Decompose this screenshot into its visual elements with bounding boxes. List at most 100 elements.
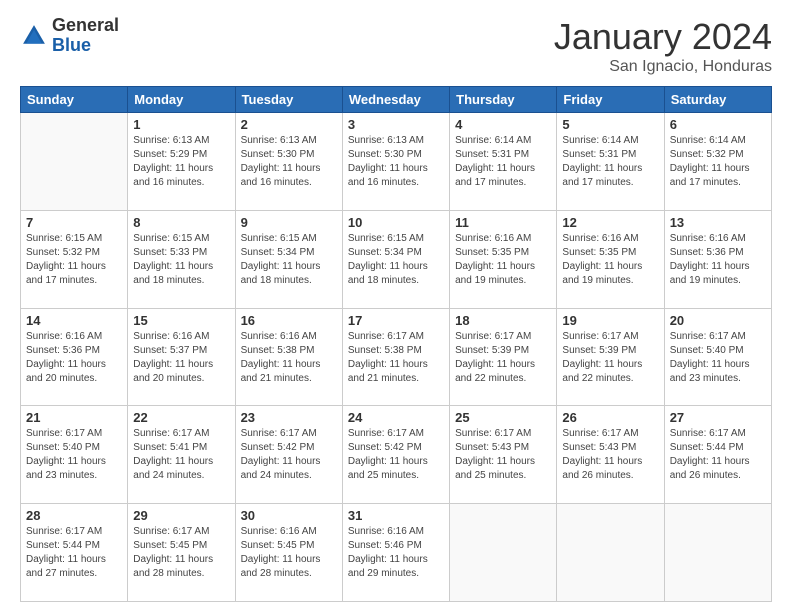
weekday-header-tuesday: Tuesday (235, 87, 342, 113)
weekday-header-monday: Monday (128, 87, 235, 113)
day-info: Sunrise: 6:15 AM Sunset: 5:34 PM Dayligh… (348, 232, 444, 288)
calendar-cell: 15Sunrise: 6:16 AM Sunset: 5:37 PM Dayli… (128, 308, 235, 406)
day-info: Sunrise: 6:14 AM Sunset: 5:31 PM Dayligh… (455, 134, 551, 190)
calendar-cell: 11Sunrise: 6:16 AM Sunset: 5:35 PM Dayli… (450, 210, 557, 308)
calendar-cell: 29Sunrise: 6:17 AM Sunset: 5:45 PM Dayli… (128, 504, 235, 602)
day-info: Sunrise: 6:14 AM Sunset: 5:31 PM Dayligh… (562, 134, 658, 190)
logo-icon (20, 22, 48, 50)
weekday-header-friday: Friday (557, 87, 664, 113)
location-title: San Ignacio, Honduras (554, 58, 772, 76)
weekday-header-thursday: Thursday (450, 87, 557, 113)
calendar-cell (664, 504, 771, 602)
calendar-cell: 22Sunrise: 6:17 AM Sunset: 5:41 PM Dayli… (128, 406, 235, 504)
day-info: Sunrise: 6:15 AM Sunset: 5:34 PM Dayligh… (241, 232, 337, 288)
calendar-cell: 20 Sunrise: 6:17 AM Sunset: 5:40 PM Dayli… (664, 308, 771, 406)
day-number: 14 (26, 313, 122, 328)
calendar-cell: 4 Sunrise: 6:14 AM Sunset: 5:31 PM Daylig… (450, 113, 557, 211)
day-info: Sunrise: 6:16 AM Sunset: 5:46 PM Dayligh… (348, 525, 444, 581)
day-number: 7 (26, 215, 122, 230)
calendar-cell: 16 Sunrise: 6:16 AM Sunset: 5:38 PM Dayli… (235, 308, 342, 406)
day-number: 10 (348, 215, 444, 230)
calendar-cell: 9 Sunrise: 6:15 AM Sunset: 5:34 PM Daylig… (235, 210, 342, 308)
calendar-cell: 8Sunrise: 6:15 AM Sunset: 5:33 PM Daylig… (128, 210, 235, 308)
day-number: 18 (455, 313, 551, 328)
day-info: Sunrise: 6:17 AM Sunset: 5:45 PM Dayligh… (133, 525, 229, 581)
week-row-0: 1 Sunrise: 6:13 AM Sunset: 5:29 PM Daylig… (21, 113, 772, 211)
title-section: January 2024 San Ignacio, Honduras (554, 16, 772, 76)
calendar-cell: 26 Sunrise: 6:17 AM Sunset: 5:43 PM Dayli… (557, 406, 664, 504)
day-number: 17 (348, 313, 444, 328)
day-number: 16 (241, 313, 337, 328)
calendar-cell: 25 Sunrise: 6:17 AM Sunset: 5:43 PM Dayli… (450, 406, 557, 504)
day-info: Sunrise: 6:16 AM Sunset: 5:36 PM Dayligh… (26, 330, 122, 386)
day-number: 19 (562, 313, 658, 328)
logo-blue: Blue (52, 36, 119, 56)
day-number: 2 (241, 117, 337, 132)
calendar-cell: 5 Sunrise: 6:14 AM Sunset: 5:31 PM Daylig… (557, 113, 664, 211)
logo-text: General Blue (52, 16, 119, 56)
day-info: Sunrise: 6:13 AM Sunset: 5:30 PM Dayligh… (348, 134, 444, 190)
day-info: Sunrise: 6:17 AM Sunset: 5:43 PM Dayligh… (562, 427, 658, 483)
day-number: 31 (348, 508, 444, 523)
day-number: 3 (348, 117, 444, 132)
day-number: 23 (241, 410, 337, 425)
calendar-cell: 3 Sunrise: 6:13 AM Sunset: 5:30 PM Daylig… (342, 113, 449, 211)
week-row-2: 14 Sunrise: 6:16 AM Sunset: 5:36 PM Dayli… (21, 308, 772, 406)
calendar-cell: 13 Sunrise: 6:16 AM Sunset: 5:36 PM Dayli… (664, 210, 771, 308)
day-info: Sunrise: 6:17 AM Sunset: 5:44 PM Dayligh… (670, 427, 766, 483)
day-info: Sunrise: 6:13 AM Sunset: 5:29 PM Dayligh… (133, 134, 229, 190)
day-number: 28 (26, 508, 122, 523)
day-number: 13 (670, 215, 766, 230)
calendar-cell (557, 504, 664, 602)
day-info: Sunrise: 6:15 AM Sunset: 5:32 PM Dayligh… (26, 232, 122, 288)
day-info: Sunrise: 6:16 AM Sunset: 5:35 PM Dayligh… (562, 232, 658, 288)
day-number: 26 (562, 410, 658, 425)
calendar-cell: 23Sunrise: 6:17 AM Sunset: 5:42 PM Dayli… (235, 406, 342, 504)
day-number: 25 (455, 410, 551, 425)
calendar-cell: 31 Sunrise: 6:16 AM Sunset: 5:46 PM Dayli… (342, 504, 449, 602)
day-number: 1 (133, 117, 229, 132)
day-info: Sunrise: 6:16 AM Sunset: 5:37 PM Dayligh… (133, 330, 229, 386)
calendar-cell: 27Sunrise: 6:17 AM Sunset: 5:44 PM Dayli… (664, 406, 771, 504)
calendar-cell: 10 Sunrise: 6:15 AM Sunset: 5:34 PM Dayli… (342, 210, 449, 308)
calendar-cell: 14 Sunrise: 6:16 AM Sunset: 5:36 PM Dayli… (21, 308, 128, 406)
calendar-cell: 17 Sunrise: 6:17 AM Sunset: 5:38 PM Dayli… (342, 308, 449, 406)
day-number: 4 (455, 117, 551, 132)
day-number: 20 (670, 313, 766, 328)
day-number: 21 (26, 410, 122, 425)
day-info: Sunrise: 6:17 AM Sunset: 5:39 PM Dayligh… (562, 330, 658, 386)
day-info: Sunrise: 6:17 AM Sunset: 5:40 PM Dayligh… (670, 330, 766, 386)
calendar-cell: 24Sunrise: 6:17 AM Sunset: 5:42 PM Dayli… (342, 406, 449, 504)
month-title: January 2024 (554, 16, 772, 58)
day-info: Sunrise: 6:17 AM Sunset: 5:39 PM Dayligh… (455, 330, 551, 386)
header: General Blue January 2024 San Ignacio, H… (20, 16, 772, 76)
logo-general: General (52, 16, 119, 36)
day-info: Sunrise: 6:16 AM Sunset: 5:36 PM Dayligh… (670, 232, 766, 288)
day-number: 24 (348, 410, 444, 425)
day-info: Sunrise: 6:15 AM Sunset: 5:33 PM Dayligh… (133, 232, 229, 288)
day-number: 30 (241, 508, 337, 523)
day-info: Sunrise: 6:17 AM Sunset: 5:38 PM Dayligh… (348, 330, 444, 386)
weekday-header-wednesday: Wednesday (342, 87, 449, 113)
day-info: Sunrise: 6:14 AM Sunset: 5:32 PM Dayligh… (670, 134, 766, 190)
day-number: 11 (455, 215, 551, 230)
logo: General Blue (20, 16, 119, 56)
calendar-cell: 7 Sunrise: 6:15 AM Sunset: 5:32 PM Daylig… (21, 210, 128, 308)
calendar-cell: 6 Sunrise: 6:14 AM Sunset: 5:32 PM Daylig… (664, 113, 771, 211)
week-row-3: 21Sunrise: 6:17 AM Sunset: 5:40 PM Dayli… (21, 406, 772, 504)
day-info: Sunrise: 6:17 AM Sunset: 5:41 PM Dayligh… (133, 427, 229, 483)
page: General Blue January 2024 San Ignacio, H… (0, 0, 792, 612)
calendar-cell: 2Sunrise: 6:13 AM Sunset: 5:30 PM Daylig… (235, 113, 342, 211)
week-row-1: 7 Sunrise: 6:15 AM Sunset: 5:32 PM Daylig… (21, 210, 772, 308)
calendar-cell: 28Sunrise: 6:17 AM Sunset: 5:44 PM Dayli… (21, 504, 128, 602)
calendar-cell: 30Sunrise: 6:16 AM Sunset: 5:45 PM Dayli… (235, 504, 342, 602)
day-info: Sunrise: 6:17 AM Sunset: 5:43 PM Dayligh… (455, 427, 551, 483)
weekday-header-sunday: Sunday (21, 87, 128, 113)
day-info: Sunrise: 6:16 AM Sunset: 5:38 PM Dayligh… (241, 330, 337, 386)
day-number: 6 (670, 117, 766, 132)
day-number: 5 (562, 117, 658, 132)
calendar-cell: 21Sunrise: 6:17 AM Sunset: 5:40 PM Dayli… (21, 406, 128, 504)
calendar-cell: 18 Sunrise: 6:17 AM Sunset: 5:39 PM Dayli… (450, 308, 557, 406)
day-number: 9 (241, 215, 337, 230)
calendar-cell: 12Sunrise: 6:16 AM Sunset: 5:35 PM Dayli… (557, 210, 664, 308)
